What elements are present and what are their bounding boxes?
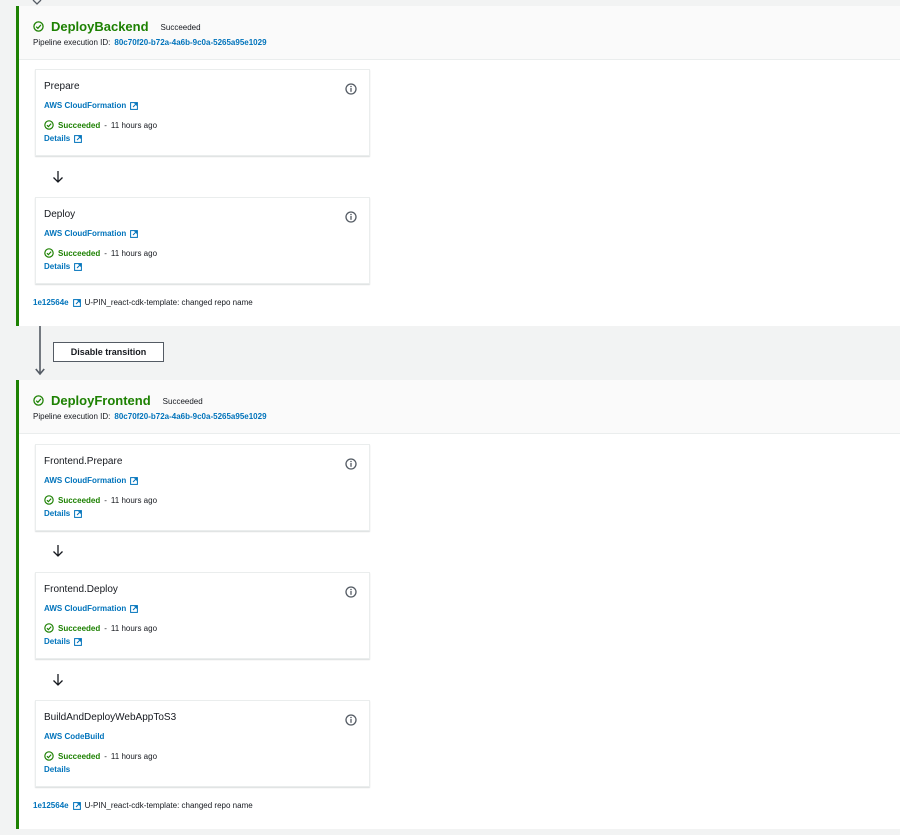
details-label[interactable]: Details [44, 262, 70, 271]
action-name: BuildAndDeployWebAppToS3 [44, 712, 177, 723]
action-card-frontend-deploy: Frontend.Deploy AWS CloudFormation Succe… [35, 572, 370, 659]
separator: - [104, 120, 107, 130]
source-revision: 1e12564e U-PIN_react-cdk-template: chang… [33, 801, 253, 810]
stage-name: DeployBackend [51, 18, 149, 34]
info-icon[interactable] [345, 458, 357, 470]
provider-link[interactable]: AWS CloudFormation [44, 604, 361, 613]
action-name: Prepare [44, 81, 80, 92]
arrow-down-icon [53, 674, 63, 686]
execution-id-label: Pipeline execution ID: [33, 412, 111, 421]
details-link[interactable]: Details [44, 134, 361, 143]
external-link-icon [130, 229, 139, 238]
stage-status: Succeeded [162, 396, 203, 406]
details-link[interactable]: Details [44, 509, 361, 518]
external-link-icon [130, 476, 139, 485]
stage-header: DeployBackend Succeeded Pipeline executi… [19, 6, 900, 60]
execution-id-link[interactable]: 80c70f20-b72a-4a6b-9c0a-5265a95e1029 [114, 38, 266, 47]
provider-label[interactable]: AWS CodeBuild [44, 732, 104, 741]
stage-header: DeployFrontend Succeeded Pipeline execut… [19, 380, 900, 434]
details-label[interactable]: Details [44, 134, 70, 143]
separator: - [104, 248, 107, 258]
separator: - [104, 495, 107, 505]
stage-status: Succeeded [160, 22, 201, 32]
provider-link[interactable]: AWS CloudFormation [44, 229, 361, 238]
action-card-frontend-prepare: Frontend.Prepare AWS CloudFormation Succ… [35, 444, 370, 531]
action-time: 11 hours ago [110, 495, 158, 505]
check-circle-icon [44, 120, 54, 130]
disable-transition-button[interactable]: Disable transition [53, 342, 164, 362]
check-circle-icon [44, 495, 54, 505]
execution-id-link[interactable]: 80c70f20-b72a-4a6b-9c0a-5265a95e1029 [114, 412, 266, 421]
separator: - [104, 623, 107, 633]
commit-id-link[interactable]: 1e12564e [33, 298, 69, 307]
external-link-icon [72, 298, 81, 307]
action-time: 11 hours ago [110, 248, 158, 258]
action-card-prepare: Prepare AWS CloudFormation Succeeded - 1… [35, 69, 370, 156]
external-link-icon [130, 604, 139, 613]
details-label[interactable]: Details [44, 509, 70, 518]
action-status-row: Succeeded - 11 hours ago [44, 495, 361, 505]
check-circle-icon [44, 623, 54, 633]
details-label[interactable]: Details [44, 765, 70, 774]
provider-link[interactable]: AWS CloudFormation [44, 476, 361, 485]
info-icon[interactable] [345, 714, 357, 726]
check-circle-icon [44, 248, 54, 258]
separator: - [104, 751, 107, 761]
provider-label[interactable]: AWS CloudFormation [44, 476, 126, 485]
stage-deploy-backend: DeployBackend Succeeded Pipeline executi… [16, 6, 900, 326]
action-time: 11 hours ago [110, 751, 158, 761]
action-name: Frontend.Deploy [44, 584, 118, 595]
action-time: 11 hours ago [110, 623, 158, 633]
action-status: Succeeded [58, 248, 101, 258]
stage-name: DeployFrontend [51, 392, 151, 408]
action-status: Succeeded [58, 120, 101, 130]
execution-id-label: Pipeline execution ID: [33, 38, 111, 47]
transition-arrow [35, 326, 45, 376]
provider-label[interactable]: AWS CloudFormation [44, 604, 126, 613]
check-circle-icon [33, 20, 44, 32]
provider-label[interactable]: AWS CloudFormation [44, 101, 126, 110]
action-status-row: Succeeded - 11 hours ago [44, 623, 361, 633]
external-link-icon [74, 134, 83, 143]
action-status-row: Succeeded - 11 hours ago [44, 751, 361, 761]
action-name: Deploy [44, 209, 76, 220]
details-link[interactable]: Details [44, 262, 361, 271]
external-link-icon [74, 262, 83, 271]
action-card-deploy: Deploy AWS CloudFormation Succeeded - 11… [35, 197, 370, 284]
execution-id-row: Pipeline execution ID: 80c70f20-b72a-4a6b… [33, 38, 886, 47]
details-link[interactable]: Details [44, 765, 361, 774]
arrow-down-icon [53, 545, 63, 557]
details-link[interactable]: Details [44, 637, 361, 646]
action-status-row: Succeeded - 11 hours ago [44, 248, 361, 258]
external-link-icon [74, 637, 83, 646]
action-status: Succeeded [58, 751, 101, 761]
stage-deploy-frontend: DeployFrontend Succeeded Pipeline execut… [16, 380, 900, 829]
check-circle-icon [33, 394, 44, 406]
info-icon[interactable] [345, 586, 357, 598]
action-card-build-and-deploy: BuildAndDeployWebAppToS3 AWS CodeBuild S… [35, 700, 370, 787]
action-status-row: Succeeded - 11 hours ago [44, 120, 361, 130]
source-revision: 1e12564e U-PIN_react-cdk-template: chang… [33, 298, 253, 307]
info-icon[interactable] [345, 211, 357, 223]
details-label[interactable]: Details [44, 637, 70, 646]
action-status: Succeeded [58, 495, 101, 505]
external-link-icon [72, 801, 81, 810]
provider-label[interactable]: AWS CloudFormation [44, 229, 126, 238]
check-circle-icon [44, 751, 54, 761]
action-status: Succeeded [58, 623, 101, 633]
arrow-down-icon [53, 171, 63, 183]
info-icon[interactable] [345, 83, 357, 95]
provider-link[interactable]: AWS CloudFormation [44, 101, 361, 110]
external-link-icon [130, 101, 139, 110]
commit-id-link[interactable]: 1e12564e [33, 801, 69, 810]
action-name: Frontend.Prepare [44, 456, 123, 467]
action-time: 11 hours ago [110, 120, 158, 130]
provider-link[interactable]: AWS CodeBuild [44, 732, 361, 741]
execution-id-row: Pipeline execution ID: 80c70f20-b72a-4a6b… [33, 412, 886, 421]
external-link-icon [74, 509, 83, 518]
commit-message: U-PIN_react-cdk-template: changed repo n… [84, 298, 253, 307]
commit-message: U-PIN_react-cdk-template: changed repo n… [84, 801, 253, 810]
